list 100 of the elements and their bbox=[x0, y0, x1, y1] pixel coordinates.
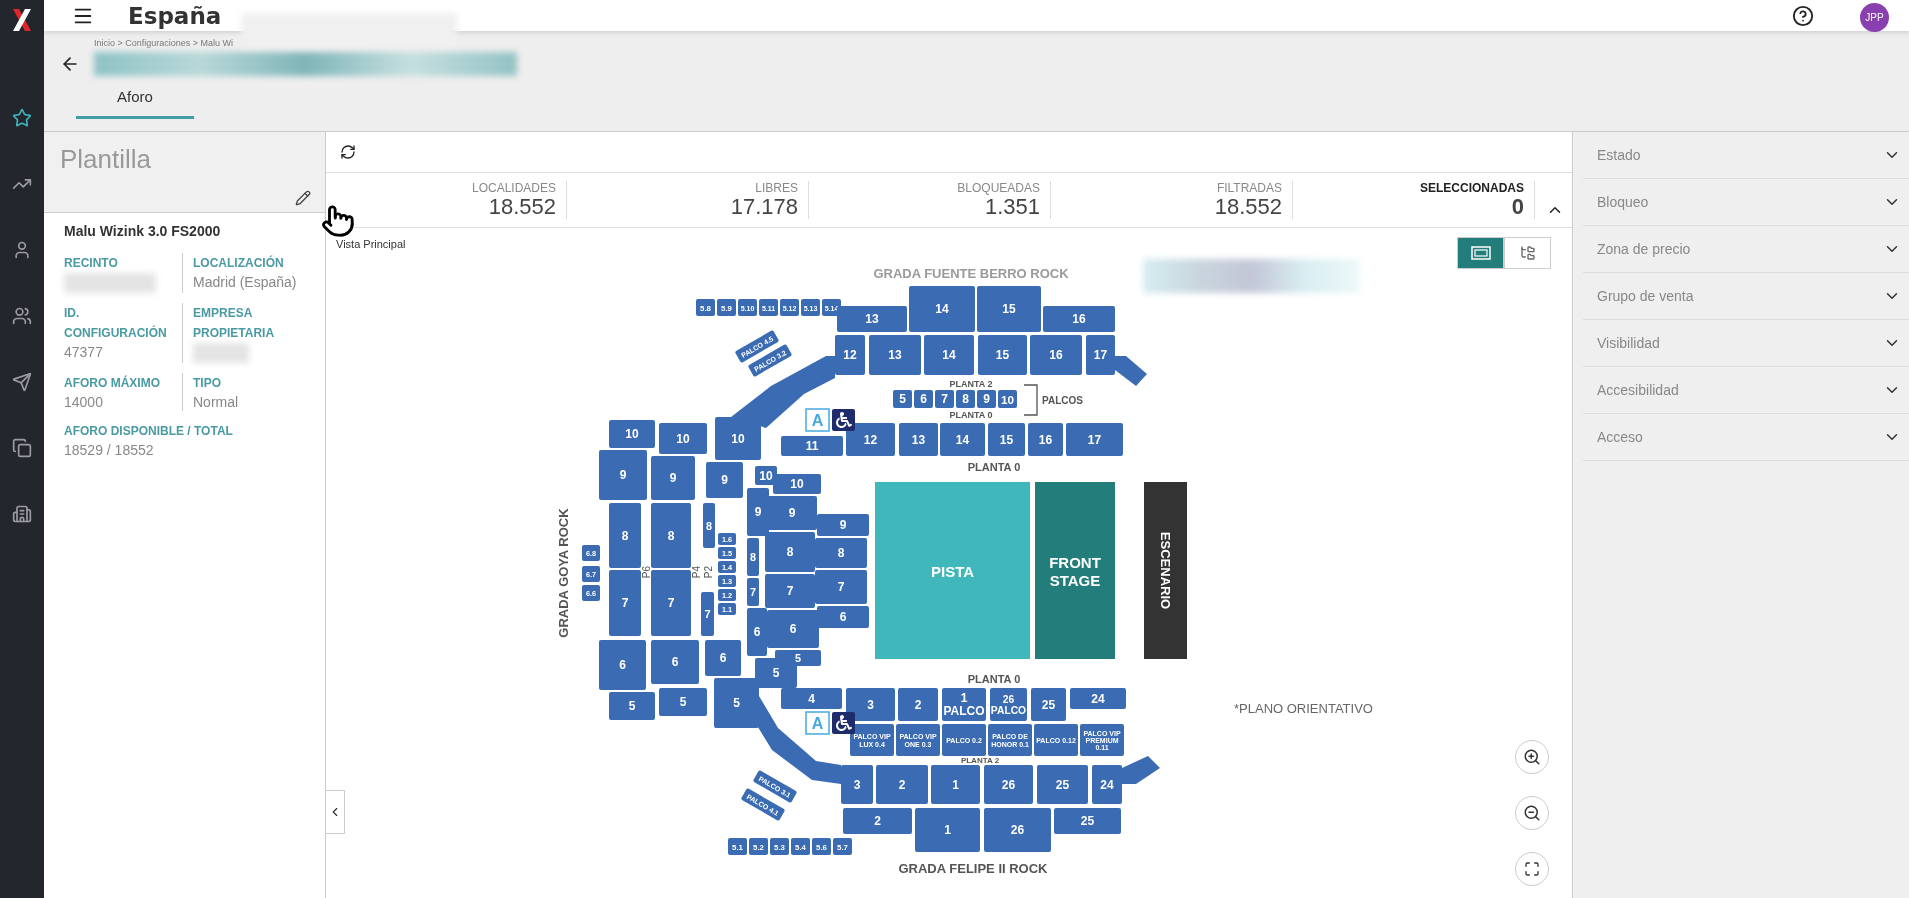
seat-section[interactable]: 15 bbox=[977, 286, 1041, 332]
seat-section[interactable]: 10 bbox=[609, 420, 655, 448]
seat-section[interactable]: 15 bbox=[978, 335, 1027, 375]
filter-accordion[interactable]: Estado bbox=[1583, 132, 1909, 179]
seat-section[interactable]: 26 bbox=[984, 765, 1033, 804]
seat-section[interactable]: 9 bbox=[706, 462, 743, 498]
seat-section[interactable]: 6 bbox=[767, 610, 819, 648]
help-icon[interactable] bbox=[1792, 4, 1814, 27]
seat-section[interactable]: 1 PALCO bbox=[942, 688, 986, 721]
seat-section[interactable]: 6 bbox=[747, 608, 767, 656]
seat-section[interactable]: 5 bbox=[659, 688, 707, 716]
seat-section[interactable]: 2 bbox=[898, 688, 938, 721]
seat-section[interactable]: 7 bbox=[815, 570, 867, 604]
tab[interactable]: Aforo bbox=[76, 88, 194, 119]
seat-section[interactable]: 5 bbox=[893, 390, 912, 408]
seat-section[interactable]: 16 bbox=[1028, 423, 1063, 456]
seat-section[interactable]: 13 bbox=[869, 335, 921, 375]
fullscreen-button[interactable] bbox=[1515, 852, 1549, 886]
seat-section[interactable]: 6 bbox=[651, 640, 699, 684]
tree-view-button[interactable] bbox=[1504, 237, 1551, 269]
seat-section[interactable]: 24 bbox=[1092, 765, 1122, 804]
seat-section[interactable]: 8 bbox=[747, 538, 759, 576]
seat-section[interactable]: 6 bbox=[599, 640, 646, 690]
accessibility-badge: A bbox=[805, 711, 830, 735]
seat-section[interactable]: 8 bbox=[956, 390, 975, 408]
filter-accordion[interactable]: Bloqueo bbox=[1583, 179, 1909, 226]
seat-section[interactable]: 7 bbox=[609, 570, 641, 636]
stage-area[interactable]: ESCENARIO bbox=[1144, 482, 1187, 659]
filter-accordion[interactable]: Zona de precio bbox=[1583, 226, 1909, 273]
seat-section[interactable]: 7 bbox=[935, 390, 954, 408]
seat-section[interactable]: 8 bbox=[609, 503, 641, 568]
seat-section[interactable]: 5 bbox=[714, 678, 759, 728]
seat-section[interactable]: 17 bbox=[1086, 335, 1115, 375]
seat-section[interactable]: 25 bbox=[1031, 688, 1066, 721]
refresh-icon[interactable] bbox=[340, 144, 356, 160]
seat-section[interactable]: 8 bbox=[765, 532, 815, 572]
seat-section[interactable]: 10 bbox=[998, 390, 1017, 408]
seat-section[interactable]: 16 bbox=[1043, 306, 1115, 332]
aisle-label: P6 bbox=[640, 565, 652, 579]
map-title: Vista Principal bbox=[336, 238, 406, 250]
filter-accordion[interactable]: Visibilidad bbox=[1583, 320, 1909, 367]
floor-area[interactable]: FRONT STAGE bbox=[1035, 482, 1115, 659]
seat-section[interactable]: 3 bbox=[841, 765, 873, 804]
seat-section[interactable]: 7 bbox=[651, 570, 691, 636]
filter-accordion[interactable]: Acceso bbox=[1583, 414, 1909, 461]
seat-section[interactable]: 5 bbox=[775, 650, 821, 666]
seat-section[interactable]: 7 bbox=[765, 574, 815, 608]
seat-section[interactable]: 14 bbox=[909, 286, 975, 332]
seat-section[interactable]: 26 PALCO bbox=[990, 688, 1027, 721]
seat-section[interactable]: 6 bbox=[817, 606, 869, 628]
seat-section[interactable]: 8 bbox=[703, 503, 715, 548]
seat-section[interactable]: 14 bbox=[940, 423, 985, 456]
seat-section[interactable]: 4 bbox=[781, 688, 842, 709]
seat-section[interactable]: 13 bbox=[899, 423, 938, 456]
seat-section[interactable]: 12 bbox=[846, 423, 895, 456]
logo-icon[interactable] bbox=[10, 6, 34, 34]
seat-section[interactable]: 6 bbox=[705, 640, 741, 676]
filter-accordion[interactable]: Grupo de venta bbox=[1583, 273, 1909, 320]
seat-section[interactable]: 9 bbox=[747, 488, 769, 536]
edit-icon[interactable] bbox=[295, 190, 311, 206]
seat-section[interactable]: 9 bbox=[651, 456, 695, 500]
stand-label: GRADA GOYA ROCK bbox=[555, 508, 571, 638]
seat-section[interactable]: 24 bbox=[1070, 688, 1126, 709]
seat-section[interactable]: 25 bbox=[1054, 808, 1121, 834]
zoom-in-button[interactable] bbox=[1515, 740, 1549, 774]
seat-section[interactable]: 1 bbox=[931, 765, 980, 804]
seat-section[interactable]: 5 bbox=[609, 692, 655, 720]
field-label: TIPO bbox=[193, 375, 222, 392]
stat-value: 0 bbox=[1510, 195, 1524, 219]
seat-section[interactable]: 9 bbox=[767, 496, 817, 530]
seat-section[interactable]: 10 bbox=[659, 423, 707, 454]
seat-section[interactable]: 9 bbox=[977, 390, 996, 408]
seat-section[interactable]: 11 bbox=[781, 436, 843, 456]
seat-section[interactable]: 26 bbox=[984, 808, 1051, 852]
seat-section[interactable]: 10 bbox=[715, 417, 761, 460]
field-label: LOCALIZACIÓN bbox=[193, 254, 285, 272]
seat-section[interactable]: 7 bbox=[701, 592, 714, 636]
seat-section[interactable]: 10 bbox=[773, 474, 821, 494]
seat-section[interactable]: 16 bbox=[1030, 335, 1082, 375]
seat-section[interactable]: 2 bbox=[876, 765, 928, 804]
seat-section[interactable]: 9 bbox=[599, 450, 647, 500]
filter-accordion[interactable]: Accesibilidad bbox=[1583, 367, 1909, 414]
seat-section[interactable]: 25 bbox=[1037, 765, 1088, 804]
map-view-button[interactable] bbox=[1457, 237, 1504, 269]
seat-section[interactable]: 7 bbox=[747, 578, 759, 606]
seat-section[interactable]: 2 bbox=[843, 808, 912, 834]
seat-section[interactable]: 8 bbox=[815, 538, 867, 568]
zoom-out-button[interactable] bbox=[1515, 796, 1549, 830]
seat-section[interactable]: 13 bbox=[837, 306, 907, 332]
seat-section[interactable]: 15 bbox=[988, 423, 1025, 456]
seat-section[interactable]: 9 bbox=[817, 514, 869, 536]
map-note: *PLANO ORIENTATIVO bbox=[1234, 700, 1373, 716]
seat-section[interactable]: 3 bbox=[846, 688, 895, 721]
seat-section[interactable]: 17 bbox=[1066, 423, 1123, 456]
user-avatar[interactable]: JPP bbox=[1860, 3, 1889, 32]
seat-section[interactable]: 8 bbox=[651, 503, 691, 568]
seat-section[interactable]: 6 bbox=[914, 390, 933, 408]
seat-section[interactable]: 1 bbox=[915, 808, 980, 852]
seat-section[interactable]: 14 bbox=[924, 335, 974, 375]
seat-section[interactable]: 12 bbox=[835, 335, 865, 375]
